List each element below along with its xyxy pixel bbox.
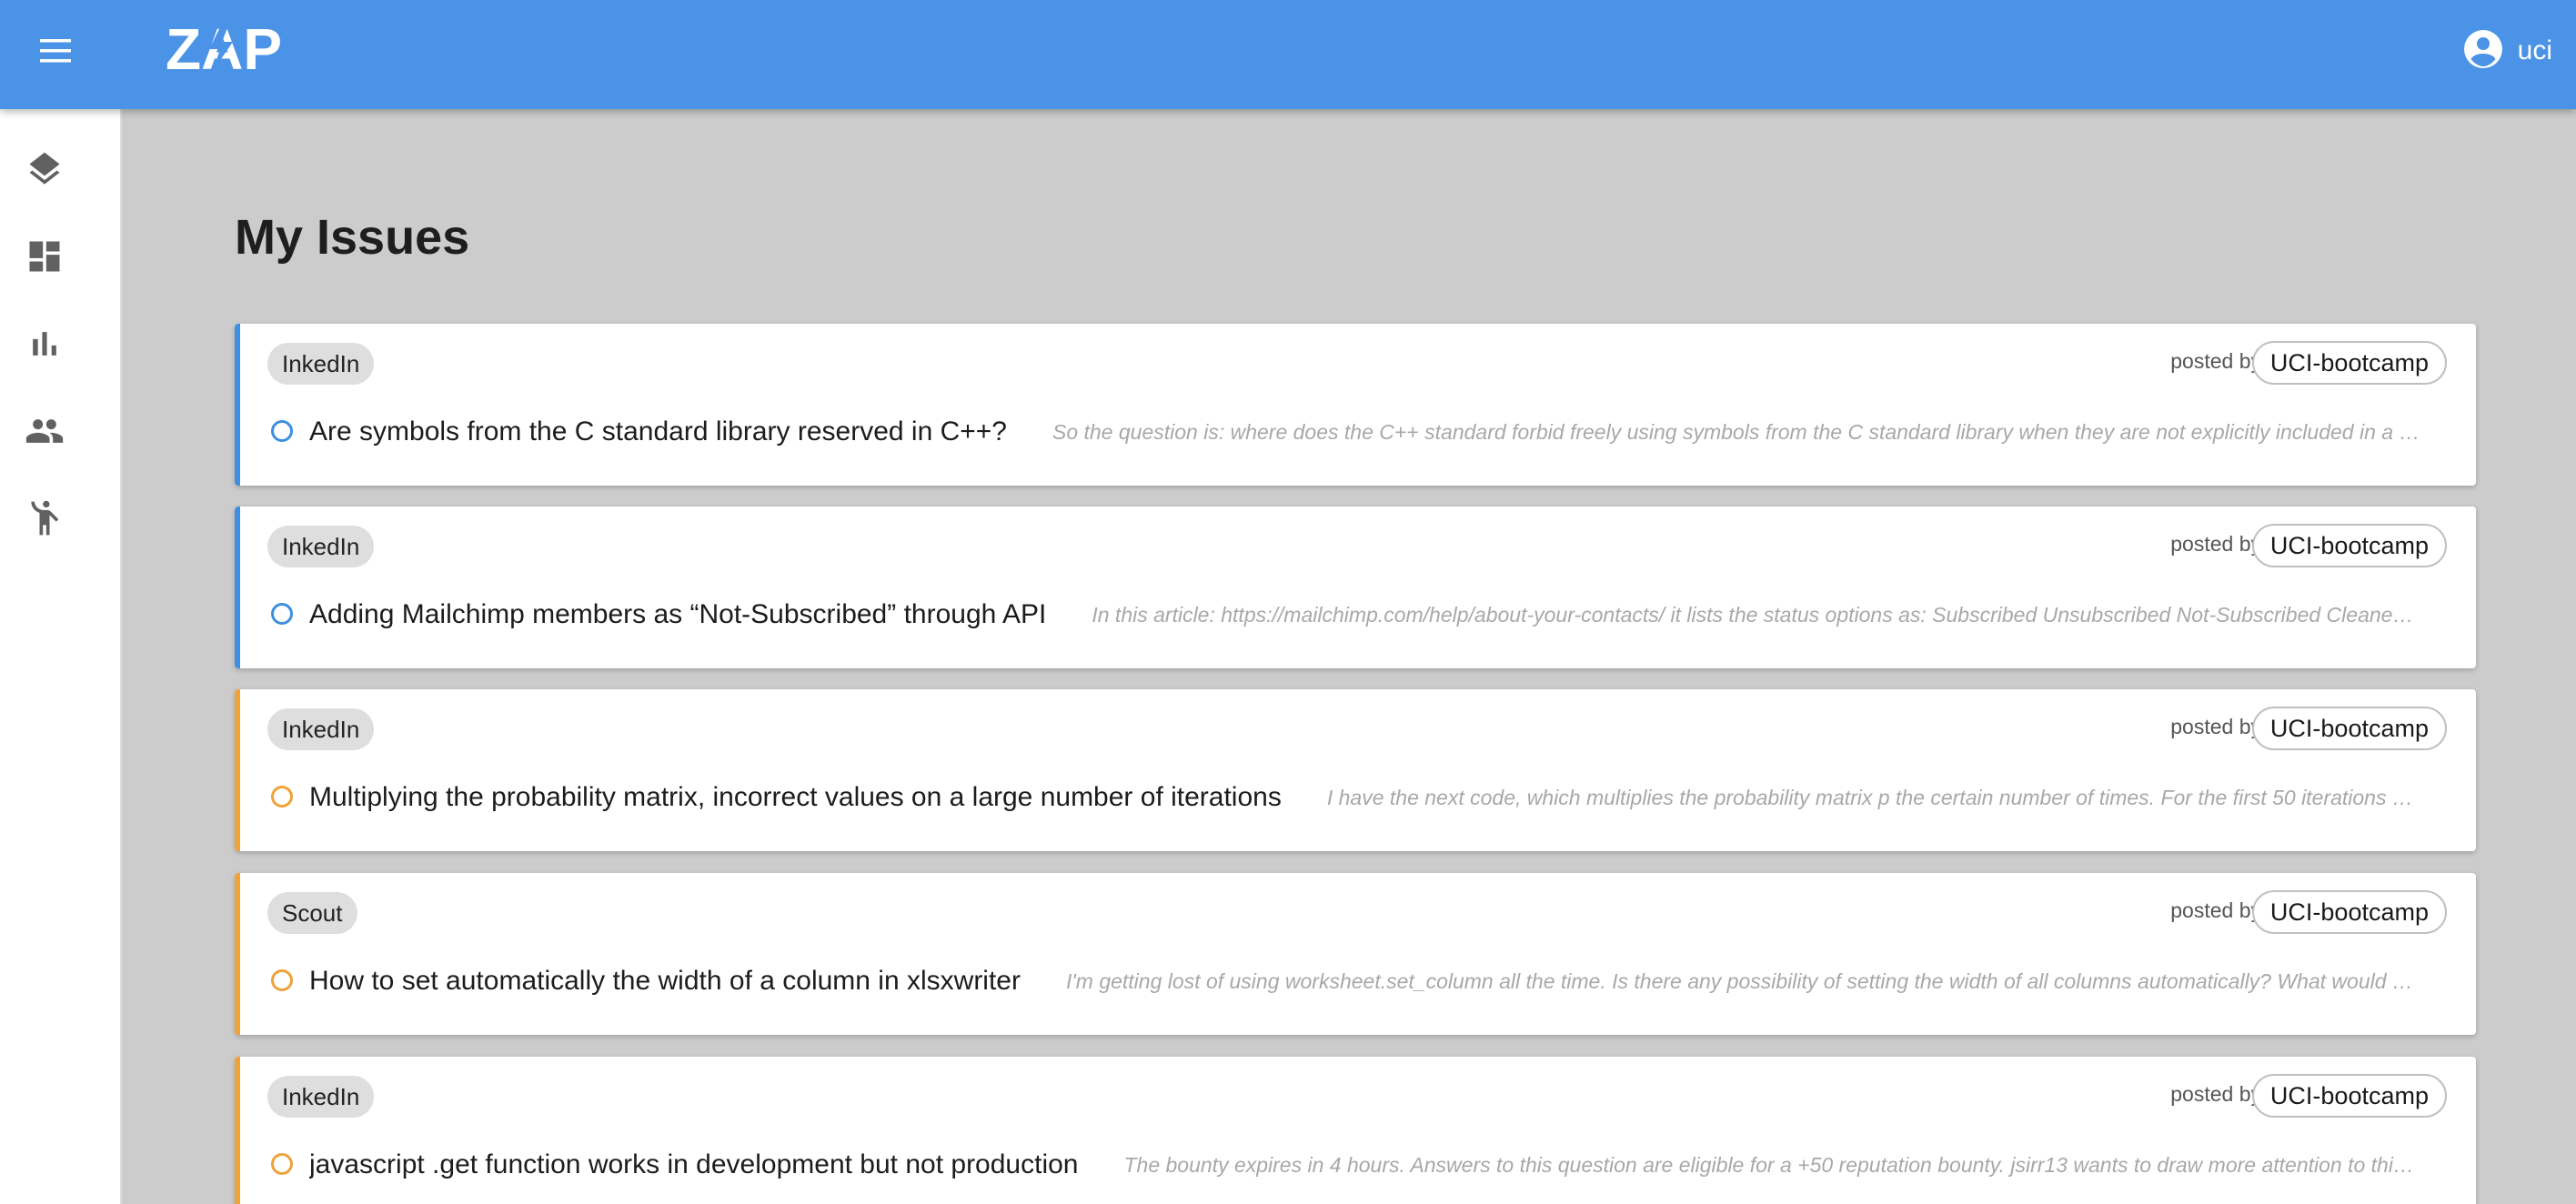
issue-card[interactable]: InkedIn posted by UCI-bootcamp javascrip… [235,1057,2476,1204]
bar-chart-icon[interactable] [25,324,65,364]
issue-snippet: In this article: https://mailchimp.com/h… [1092,602,2421,627]
status-accent-bar [235,689,240,851]
username-label: uci [2517,35,2552,65]
posted-by-label: posted by [2170,715,2261,738]
main-content: My Issues InkedIn posted by UCI-bootcamp… [122,109,2576,1204]
status-accent-bar [235,507,240,668]
user-menu[interactable]: uci [2463,27,2552,75]
issue-snippet: The bounty expires in 4 hours. Answers t… [1123,1152,2421,1177]
issue-row: How to set automatically the width of a … [309,962,2421,1000]
posted-by-label: posted by [2170,349,2261,373]
issue-snippet: So the question is: where does the C++ s… [1052,419,2421,444]
issue-title[interactable]: Adding Mailchimp members as “Not-Subscri… [309,599,1046,630]
issue-card[interactable]: InkedIn posted by UCI-bootcamp Multiplyi… [235,689,2476,851]
issue-row: Adding Mailchimp members as “Not-Subscri… [309,596,2421,634]
issue-title[interactable]: Are symbols from the C standard library … [309,416,1007,447]
status-circle-icon [271,420,293,442]
posted-by-label: posted by [2170,1082,2261,1106]
issue-row: Are symbols from the C standard library … [309,413,2421,451]
status-accent-bar [235,324,240,486]
issue-title[interactable]: Multiplying the probability matrix, inco… [309,782,1282,813]
issue-title[interactable]: javascript .get function works in develo… [309,1149,1078,1180]
status-accent-bar [235,1057,240,1204]
author-chip[interactable]: UCI-bootcamp [2251,341,2447,385]
issue-title[interactable]: How to set automatically the width of a … [309,966,1021,997]
accessibility-icon[interactable] [25,498,65,538]
issue-tag-chip[interactable]: Scout [267,892,357,934]
status-circle-icon [271,1153,293,1175]
posted-by-label: posted by [2170,532,2261,556]
issue-tag-chip[interactable]: InkedIn [267,526,375,567]
status-circle-icon [271,786,293,808]
menu-icon[interactable] [35,33,80,69]
issue-tag-chip[interactable]: InkedIn [267,343,375,385]
author-chip[interactable]: UCI-bootcamp [2251,890,2447,934]
issue-tag-chip[interactable]: InkedIn [267,1076,375,1118]
account-circle-icon [2463,29,2503,74]
layers-icon[interactable] [25,149,65,189]
issue-card[interactable]: Scout posted by UCI-bootcamp How to set … [235,873,2476,1035]
issue-row: javascript .get function works in develo… [309,1146,2421,1184]
sidebar [0,109,122,1204]
people-icon[interactable] [25,411,65,451]
issue-row: Multiplying the probability matrix, inco… [309,778,2421,817]
status-circle-icon [271,969,293,991]
app-bar: ZAP uci [0,0,2576,109]
issue-tag-chip[interactable]: InkedIn [267,708,375,750]
issue-snippet: I'm getting lost of using worksheet.set_… [1065,968,2421,993]
status-accent-bar [235,873,240,1035]
page-title: My Issues [235,210,470,265]
issue-card[interactable]: InkedIn posted by UCI-bootcamp Adding Ma… [235,507,2476,668]
issue-card[interactable]: InkedIn posted by UCI-bootcamp Are symbo… [235,324,2476,486]
dashboard-icon[interactable] [25,236,65,276]
author-chip[interactable]: UCI-bootcamp [2251,707,2447,750]
author-chip[interactable]: UCI-bootcamp [2251,524,2447,567]
issue-snippet: I have the next code, which multiplies t… [1326,785,2421,809]
author-chip[interactable]: UCI-bootcamp [2251,1074,2447,1118]
status-circle-icon [271,603,293,625]
zap-logo[interactable]: ZAP [166,16,311,82]
posted-by-label: posted by [2170,898,2261,922]
